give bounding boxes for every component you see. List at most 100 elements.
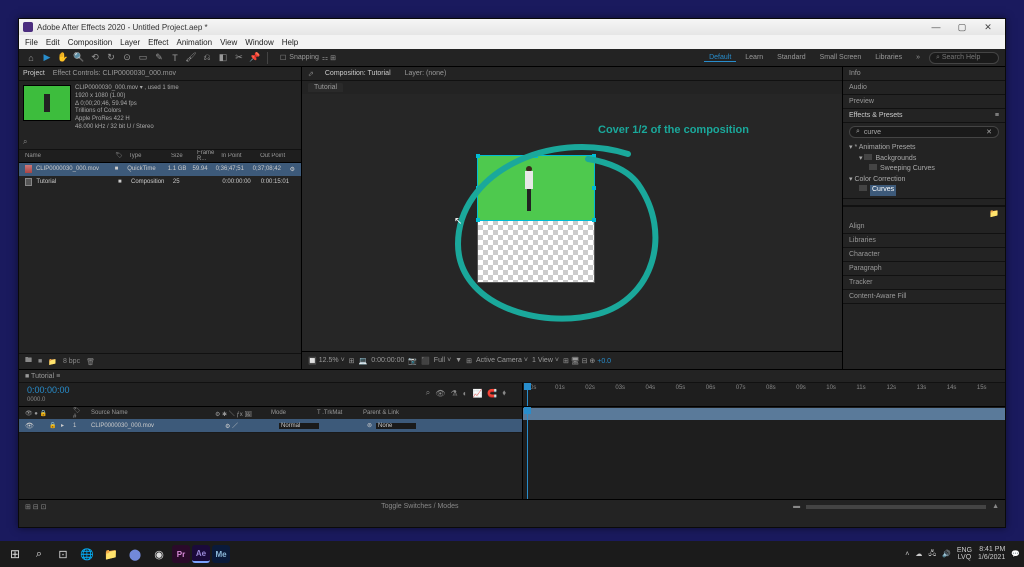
timecode-display[interactable]: 0:00:00:00 xyxy=(19,383,78,397)
tl-zoom-out-icon[interactable]: ▬ xyxy=(793,503,800,510)
premiere-icon[interactable]: Pr xyxy=(172,545,190,563)
timeline-tab[interactable]: ■ Tutorial ≡ xyxy=(25,373,60,380)
layer-row-1[interactable]: 👁🔒 ▸ 1 CLIP0000030_000.mov ⚙ ／ Normal ⊚ … xyxy=(19,419,522,433)
panel-preview[interactable]: Preview xyxy=(843,95,1005,109)
menu-edit[interactable]: Edit xyxy=(46,38,60,47)
col-frame[interactable]: Frame R... xyxy=(197,150,217,162)
panel-audio[interactable]: Audio xyxy=(843,81,1005,95)
new-comp-icon[interactable]: ■ xyxy=(38,358,42,365)
rect-tool[interactable]: ▭ xyxy=(137,52,149,64)
menu-animation[interactable]: Animation xyxy=(176,38,212,47)
maximize-button[interactable]: ▢ xyxy=(949,20,975,34)
search-taskbar-icon[interactable]: ⌕ xyxy=(28,544,50,564)
eraser-tool[interactable]: ◧ xyxy=(217,52,229,64)
panel-info[interactable]: Info xyxy=(843,67,1005,81)
tab-project[interactable]: Project xyxy=(23,70,45,77)
col-type[interactable]: Type xyxy=(128,153,167,159)
col-out[interactable]: Out Point xyxy=(260,153,295,159)
discord-icon[interactable]: ⬤ xyxy=(124,544,146,564)
composition-viewport[interactable]: Cover 1/2 of the composition ↖ xyxy=(302,94,842,351)
workspace-more[interactable]: » xyxy=(911,54,925,61)
tl-mb-icon[interactable]: ◐ xyxy=(463,389,468,398)
time-display[interactable]: 0:00:00:00 xyxy=(371,357,404,364)
tl-marker-icon[interactable]: ⬧ xyxy=(502,388,506,398)
tl-zoom-slider[interactable] xyxy=(806,505,986,509)
tray-network-icon[interactable]: 🖧 xyxy=(928,549,936,560)
tray-notifications-icon[interactable]: 💬 xyxy=(1011,550,1020,558)
asset-row-tutorial[interactable]: Tutorial ■ Composition 25 0:00:00:00 0:0… xyxy=(19,176,301,189)
zoom-tool[interactable]: 🔍 xyxy=(73,52,85,64)
explorer-icon[interactable]: 📁 xyxy=(100,544,122,564)
effects-search[interactable]: ⌕ curve✕ xyxy=(849,126,999,138)
col-trkmat[interactable]: T .TrkMat xyxy=(317,410,357,416)
orbit-tool[interactable]: ⟲ xyxy=(89,52,101,64)
delete-icon[interactable]: 🗑 xyxy=(86,358,95,366)
tree-animation-presets[interactable]: ▾ * Animation Presets xyxy=(849,143,999,154)
panel-libraries[interactable]: Libraries xyxy=(843,234,1005,248)
layer-mode[interactable]: Normal xyxy=(279,423,319,429)
workspace-small[interactable]: Small Screen xyxy=(815,54,867,61)
menu-composition[interactable]: Composition xyxy=(68,38,112,47)
menu-layer[interactable]: Layer xyxy=(120,38,140,47)
comp-sub-tab[interactable]: Tutorial xyxy=(308,83,343,92)
tl-shy-icon[interactable]: 👁 xyxy=(435,389,445,398)
after-effects-icon[interactable]: Ae xyxy=(192,545,210,563)
col-parent[interactable]: Parent & Link xyxy=(363,410,399,416)
workspace-libraries[interactable]: Libraries xyxy=(870,54,907,61)
tray-kb[interactable]: LVQ xyxy=(957,554,972,561)
workspace-learn[interactable]: Learn xyxy=(740,54,768,61)
menu-view[interactable]: View xyxy=(220,38,237,47)
layer-track-1[interactable] xyxy=(523,408,1005,420)
menu-file[interactable]: File xyxy=(25,38,38,47)
timeline-track-area[interactable] xyxy=(523,407,1005,499)
col-in[interactable]: In Point xyxy=(221,153,256,159)
bpc-toggle[interactable]: 8 bpc xyxy=(63,358,80,365)
chrome-icon[interactable]: 🌐 xyxy=(76,544,98,564)
tray-volume-icon[interactable]: 🔊 xyxy=(942,550,951,558)
layer-parent[interactable]: None xyxy=(376,423,416,429)
panel-tracker[interactable]: Tracker xyxy=(843,276,1005,290)
greenscreen-layer[interactable] xyxy=(478,156,594,220)
type-tool[interactable]: T xyxy=(169,52,181,64)
tray-onedrive-icon[interactable]: ☁ xyxy=(915,550,922,558)
panel-character[interactable]: Character xyxy=(843,248,1005,262)
timeline-ruler[interactable]: :00s01s02s03s 04s05s06s07s 08s09s10s11s … xyxy=(523,385,1005,391)
new-bin-icon[interactable]: 📁 xyxy=(989,209,999,218)
tree-sweeping-curves[interactable]: Sweeping Curves xyxy=(849,164,999,175)
tl-zoom-in-icon[interactable]: ▲ xyxy=(992,503,999,510)
project-search-icon[interactable]: ⌕ xyxy=(23,137,27,147)
panel-paragraph[interactable]: Paragraph xyxy=(843,262,1005,276)
tl-fx-icon[interactable]: ⚗ xyxy=(450,389,457,398)
zoom-dropdown[interactable]: 🔲 12.5% ˅ xyxy=(308,357,345,365)
close-button[interactable]: ✕ xyxy=(975,20,1001,34)
workspace-standard[interactable]: Standard xyxy=(772,54,810,61)
rotate-tool[interactable]: ↻ xyxy=(105,52,117,64)
snapping-toggle[interactable]: ☐ Snapping ⚏ ⊞ xyxy=(280,54,336,62)
anchor-tool[interactable]: ⊙ xyxy=(121,52,133,64)
pen-tool[interactable]: ✎ xyxy=(153,52,165,64)
media-encoder-icon[interactable]: Me xyxy=(212,545,230,563)
toggle-switches[interactable]: Toggle Switches / Modes xyxy=(381,503,458,510)
tl-search-icon[interactable]: ⌕ xyxy=(426,388,430,398)
new-folder-icon[interactable]: 📁 xyxy=(48,358,57,366)
start-button[interactable]: ⊞ xyxy=(4,544,26,564)
panel-effects-presets[interactable]: Effects & Presets xyxy=(849,112,903,119)
menu-effect[interactable]: Effect xyxy=(148,38,168,47)
selection-tool[interactable]: ▶ xyxy=(41,52,53,64)
puppet-tool[interactable]: 📌 xyxy=(249,52,261,64)
interpret-icon[interactable]: 🖿 xyxy=(25,356,32,367)
col-name[interactable]: Name xyxy=(25,153,111,159)
tree-curves[interactable]: Curves xyxy=(849,185,999,196)
playhead[interactable] xyxy=(527,383,528,406)
tl-expand-icon[interactable]: ⊞ ⊟ ⊡ xyxy=(25,503,47,511)
flowchart-icon[interactable]: ⬀ xyxy=(308,70,314,78)
tab-effect-controls[interactable]: Effect Controls: CLIP0000030_000.mov xyxy=(53,70,176,77)
panel-content-aware[interactable]: Content-Aware Fill xyxy=(843,290,1005,304)
col-size[interactable]: Size xyxy=(171,153,193,159)
camera-dropdown[interactable]: Active Camera ˅ xyxy=(476,357,528,364)
tray-clock[interactable]: 8:41 PM 1/6/2021 xyxy=(978,546,1005,561)
col-mode[interactable]: Mode xyxy=(271,410,311,416)
clone-tool[interactable]: ⎌ xyxy=(201,52,213,64)
panel-align[interactable]: Align xyxy=(843,220,1005,234)
tray-lang[interactable]: ENG xyxy=(957,547,972,554)
